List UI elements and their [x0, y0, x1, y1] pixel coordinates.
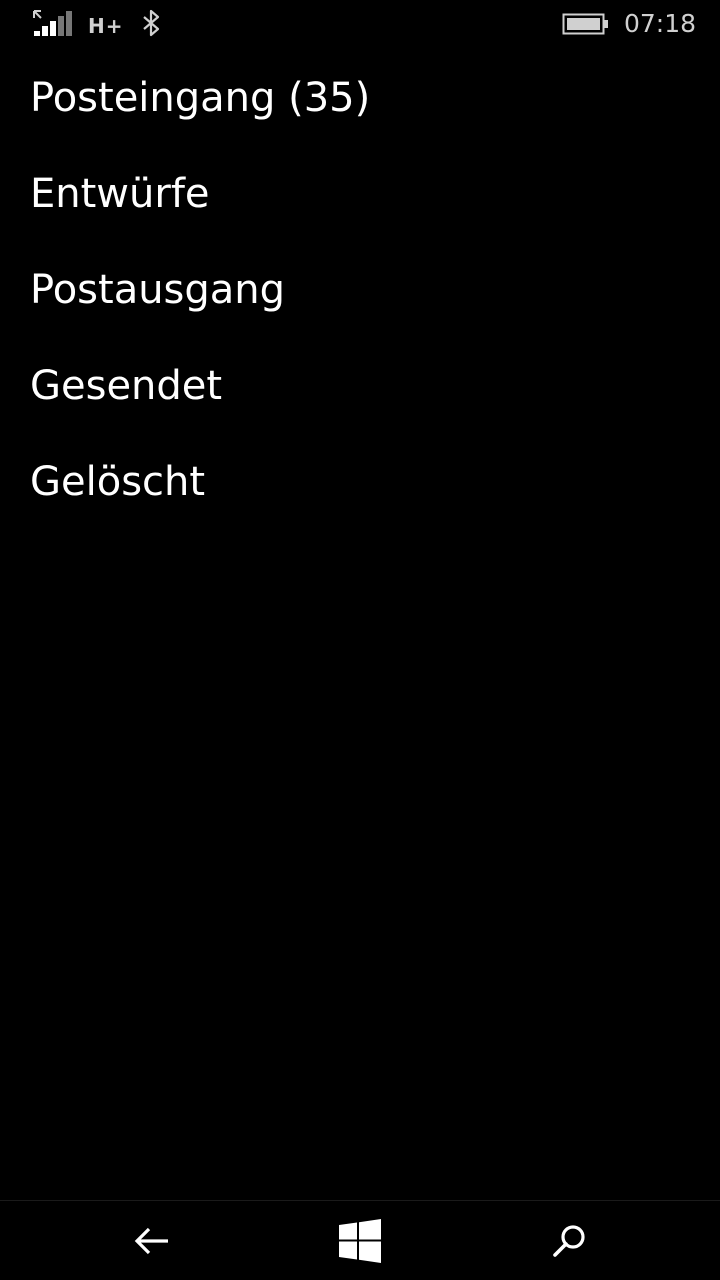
- bluetooth-icon: [143, 9, 160, 37]
- folder-item-outbox[interactable]: Postausgang: [0, 242, 720, 338]
- folder-item-inbox[interactable]: Posteingang (35): [0, 50, 720, 146]
- windows-start-icon: [339, 1219, 381, 1263]
- start-button[interactable]: [300, 1201, 420, 1280]
- folder-item-deleted[interactable]: Gelöscht: [0, 434, 720, 530]
- navigation-bar: [0, 1200, 720, 1280]
- search-icon: [553, 1225, 585, 1257]
- back-arrow-icon: [134, 1227, 168, 1255]
- network-type-label: H+: [88, 14, 124, 38]
- status-bar: H+ 07:18: [0, 0, 720, 50]
- status-time: 07:18: [624, 9, 697, 38]
- search-button[interactable]: [510, 1201, 630, 1280]
- folder-item-drafts[interactable]: Entwürfe: [0, 146, 720, 242]
- signal-icon: [33, 10, 72, 36]
- battery-icon: [562, 13, 608, 35]
- folder-item-sent[interactable]: Gesendet: [0, 338, 720, 434]
- back-button[interactable]: [92, 1201, 212, 1280]
- folder-list: Posteingang (35) Entwürfe Postausgang Ge…: [0, 50, 720, 530]
